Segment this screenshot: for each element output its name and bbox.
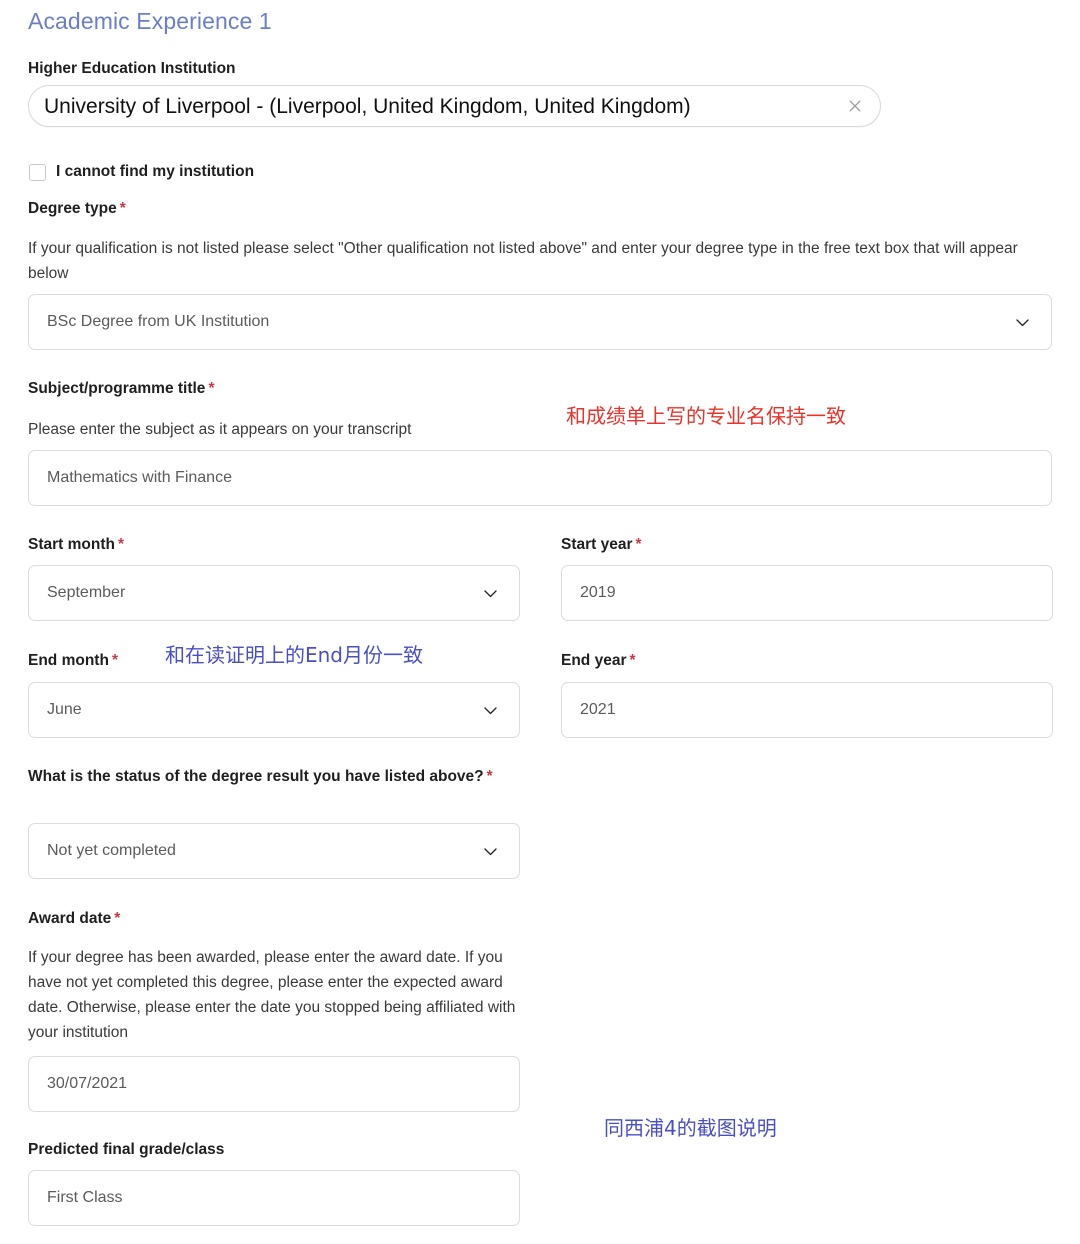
chevron-down-icon (482, 585, 499, 602)
annotation-end-month-note: 和在读证明上的End月份一致 (165, 643, 424, 667)
start-month-select[interactable]: September (28, 565, 520, 621)
end-year-input[interactable]: 2021 (561, 682, 1053, 738)
start-year-input[interactable]: 2019 (561, 565, 1053, 621)
predicted-grade-input[interactable]: First Class (28, 1170, 520, 1226)
close-icon[interactable] (844, 95, 866, 117)
chevron-down-icon (482, 702, 499, 719)
end-month-select[interactable]: June (28, 682, 520, 738)
degree-type-select[interactable]: BSc Degree from UK Institution (28, 294, 1052, 350)
required-marker: * (486, 768, 493, 785)
start-month-label: Start month * (28, 536, 125, 553)
subject-input[interactable]: Mathematics with Finance (28, 450, 1052, 506)
academic-experience-form: Academic Experience 1 Higher Education I… (0, 0, 1080, 1244)
subject-label: Subject/programme title * (28, 380, 215, 397)
required-marker: * (111, 652, 118, 669)
required-marker: * (635, 536, 642, 553)
required-marker: * (114, 910, 121, 927)
degree-type-label: Degree type * (28, 200, 126, 217)
degree-status-label: What is the status of the degree result … (28, 768, 493, 785)
start-year-value: 2019 (580, 584, 616, 601)
end-month-value: June (47, 701, 82, 718)
institution-input[interactable]: University of Liverpool - (Liverpool, Un… (28, 85, 881, 127)
required-marker: * (117, 536, 125, 553)
degree-type-value: BSc Degree from UK Institution (47, 313, 270, 330)
predicted-grade-label: Predicted final grade/class (28, 1141, 225, 1158)
degree-status-value: Not yet completed (47, 842, 176, 859)
award-date-value: 30/07/2021 (47, 1075, 128, 1092)
award-date-input[interactable]: 30/07/2021 (28, 1056, 520, 1112)
institution-value: University of Liverpool - (Liverpool, Un… (44, 94, 691, 118)
start-month-value: September (47, 584, 126, 601)
end-year-value: 2021 (580, 701, 616, 718)
end-year-label: End year * (561, 652, 636, 669)
degree-status-select[interactable]: Not yet completed (28, 823, 520, 879)
subject-help-text: Please enter the subject as it appears o… (28, 421, 412, 438)
subject-value: Mathematics with Finance (47, 469, 232, 486)
cannot-find-institution-label: I cannot find my institution (56, 163, 255, 180)
end-month-label: End month * (28, 652, 118, 669)
cannot-find-institution-row[interactable]: I cannot find my institution (29, 163, 254, 181)
degree-type-help-text: If your qualification is not listed plea… (28, 240, 1018, 283)
start-year-label: Start year * (561, 536, 642, 553)
award-date-help-text: If your degree has been awarded, please … (28, 949, 516, 1042)
institution-label: Higher Education Institution (28, 60, 236, 77)
chevron-down-icon (1014, 314, 1031, 331)
required-marker: * (208, 380, 215, 397)
required-marker: * (119, 200, 126, 217)
predicted-grade-value: First Class (47, 1189, 123, 1206)
award-date-label: Award date * (28, 910, 121, 927)
cannot-find-institution-checkbox[interactable] (29, 163, 46, 181)
page-title: Academic Experience 1 (28, 8, 272, 34)
annotation-subject-note: 和成绩单上写的专业名保持一致 (566, 404, 846, 428)
chevron-down-icon (482, 843, 499, 860)
annotation-grade-note: 同西浦4的截图说明 (604, 1116, 777, 1140)
required-marker: * (629, 652, 636, 669)
